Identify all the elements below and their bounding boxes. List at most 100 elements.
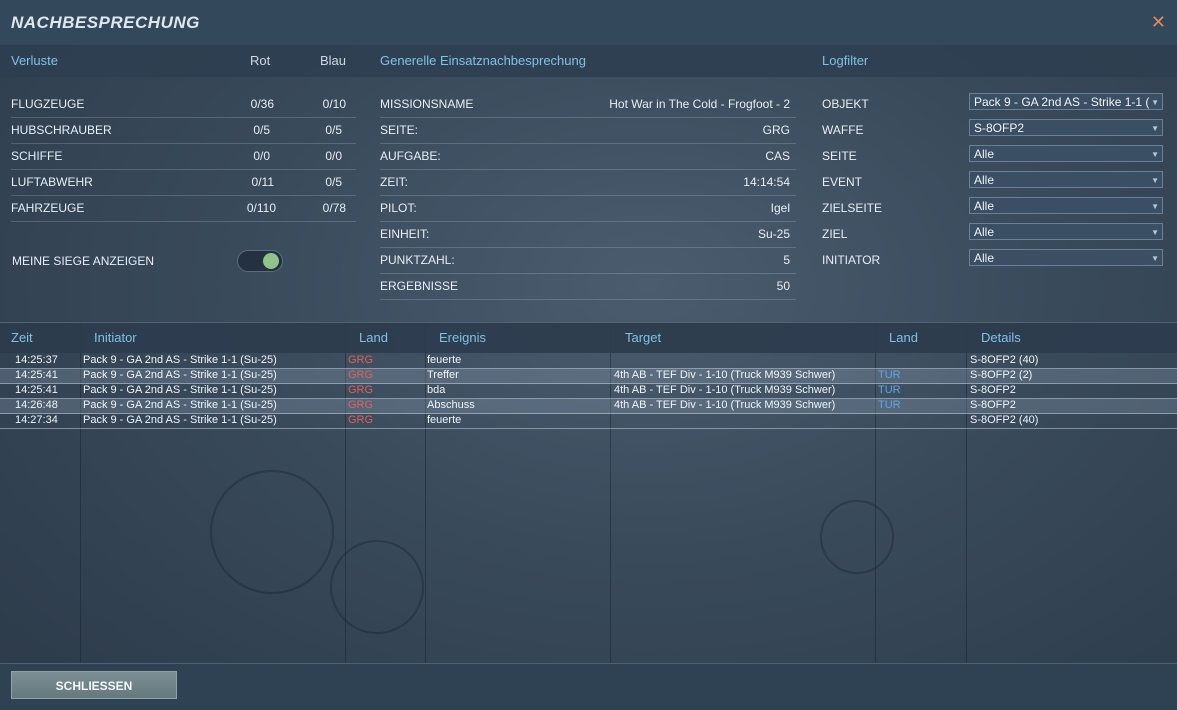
table-row: ZEIT: 14:14:54 bbox=[380, 169, 796, 196]
table-row: LUFTABWEHR 0/11 0/5 bbox=[11, 169, 356, 196]
select-value: Alle bbox=[974, 173, 995, 187]
loss-red: 0/110 bbox=[246, 201, 276, 215]
select-value: S-8OFP2 bbox=[974, 121, 1025, 135]
logfilter-heading: Logfilter bbox=[822, 53, 869, 68]
close-button[interactable]: SCHLIESSEN bbox=[11, 671, 177, 699]
table-row[interactable]: 14:27:34 Pack 9 - GA 2nd AS - Strike 1-1… bbox=[0, 413, 1177, 429]
debrief-label: PILOT: bbox=[380, 201, 417, 215]
close-icon[interactable]: ✕ bbox=[1151, 12, 1166, 33]
cell-land: GRG bbox=[348, 399, 374, 411]
cell-land: GRG bbox=[348, 384, 374, 396]
table-row: SCHIFFE 0/0 0/0 bbox=[11, 143, 356, 170]
loss-blue: 0/5 bbox=[325, 123, 342, 137]
table-row[interactable]: 14:25:37 Pack 9 - GA 2nd AS - Strike 1-1… bbox=[0, 353, 1177, 369]
loss-red: 0/11 bbox=[251, 175, 274, 189]
cell-time: 14:25:41 bbox=[15, 369, 58, 381]
cell-target-land: TUR bbox=[878, 369, 901, 381]
filter-label: EVENT bbox=[822, 175, 863, 189]
loss-blue: 0/0 bbox=[325, 149, 342, 163]
losses-col-blue: Blau bbox=[320, 53, 347, 68]
loss-red: 0/5 bbox=[253, 123, 270, 137]
backdrop-dial bbox=[820, 500, 894, 574]
table-row[interactable]: 14:25:41 Pack 9 - GA 2nd AS - Strike 1-1… bbox=[0, 368, 1177, 384]
filter-side-select[interactable]: Alle ▼ bbox=[969, 145, 1163, 162]
col-target[interactable]: Target bbox=[625, 323, 661, 353]
table-row: MISSIONSNAME Hot War in The Cold - Frogf… bbox=[380, 91, 796, 118]
table-row: AUFGABE: CAS bbox=[380, 143, 796, 170]
col-initiator[interactable]: Initiator bbox=[94, 323, 137, 353]
col-time[interactable]: Zeit bbox=[11, 323, 33, 353]
filter-label: ZIEL bbox=[822, 227, 848, 241]
col-details[interactable]: Details bbox=[981, 323, 1021, 353]
debrief-label: ERGEBNISSE bbox=[380, 279, 459, 293]
table-row: FLUGZEUGE 0/36 0/10 bbox=[11, 91, 356, 118]
filter-label: INITIATOR bbox=[822, 253, 881, 267]
debrief-value: Su-25 bbox=[757, 227, 790, 241]
show-my-kills-toggle[interactable] bbox=[237, 250, 283, 272]
cell-initiator: Pack 9 - GA 2nd AS - Strike 1-1 (Su-25) bbox=[83, 384, 277, 396]
cell-target-land: TUR bbox=[878, 384, 901, 396]
cell-land: GRG bbox=[348, 414, 374, 426]
cell-time: 14:25:37 bbox=[15, 354, 58, 366]
cell-event: feuerte bbox=[427, 354, 462, 366]
log-table-header: Zeit Initiator Land Ereignis Target Land… bbox=[0, 322, 1177, 353]
table-row: FAHRZEUGE 0/110 0/78 bbox=[11, 195, 356, 222]
debrief-value: 50 bbox=[776, 279, 790, 293]
filter-label: SEITE bbox=[822, 149, 857, 163]
table-row[interactable]: 14:26:48 Pack 9 - GA 2nd AS - Strike 1-1… bbox=[0, 398, 1177, 414]
filter-event-select[interactable]: Alle ▼ bbox=[969, 171, 1163, 188]
chevron-down-icon: ▼ bbox=[1151, 254, 1159, 263]
debrief-value: CAS bbox=[765, 149, 790, 163]
debrief-value: Igel bbox=[770, 201, 790, 215]
loss-label: HUBSCHRAUBER bbox=[11, 123, 112, 137]
col-event[interactable]: Ereignis bbox=[439, 323, 486, 353]
chevron-down-icon: ▼ bbox=[1151, 150, 1159, 159]
loss-red: 0/36 bbox=[250, 97, 274, 111]
cell-event: feuerte bbox=[427, 414, 462, 426]
toggle-label: MEINE SIEGE ANZEIGEN bbox=[12, 254, 155, 268]
filter-weapon-select[interactable]: S-8OFP2 ▼ bbox=[969, 119, 1163, 136]
filter-target-select[interactable]: Alle ▼ bbox=[969, 223, 1163, 240]
cell-event: Treffer bbox=[427, 369, 459, 381]
table-row: PUNKTZAHL: 5 bbox=[380, 247, 796, 274]
debrief-label: SEITE: bbox=[380, 123, 419, 137]
chevron-down-icon: ▼ bbox=[1151, 202, 1159, 211]
col-land[interactable]: Land bbox=[359, 323, 388, 353]
cell-details: S-8OFP2 (40) bbox=[970, 354, 1039, 366]
toggle-knob bbox=[263, 253, 279, 269]
col-target-land[interactable]: Land bbox=[889, 323, 918, 353]
section-header-bar bbox=[0, 45, 1177, 77]
loss-label: FLUGZEUGE bbox=[11, 97, 85, 111]
debrief-label: MISSIONSNAME bbox=[380, 97, 474, 111]
filter-label: ZIELSEITE bbox=[822, 201, 883, 215]
cell-target: 4th AB - TEF Div - 1-10 (Truck M939 Schw… bbox=[614, 384, 836, 396]
page-title: NACHBESPRECHUNG bbox=[11, 13, 200, 32]
select-value: Alle bbox=[974, 199, 995, 213]
chevron-down-icon: ▼ bbox=[1151, 124, 1159, 133]
chevron-down-icon: ▼ bbox=[1151, 176, 1159, 185]
cell-initiator: Pack 9 - GA 2nd AS - Strike 1-1 (Su-25) bbox=[83, 354, 277, 366]
debrief-value: 14:14:54 bbox=[743, 175, 790, 189]
title-bar: NACHBESPRECHUNG ✕ bbox=[0, 0, 1177, 45]
debrief-label: EINHEIT: bbox=[380, 227, 430, 241]
cell-land: GRG bbox=[348, 354, 374, 366]
cell-event: bda bbox=[427, 384, 446, 396]
cell-land: GRG bbox=[348, 369, 374, 381]
filter-target-side-select[interactable]: Alle ▼ bbox=[969, 197, 1163, 214]
loss-blue: 0/10 bbox=[322, 97, 346, 111]
debrief-value: 5 bbox=[783, 253, 790, 267]
debrief-heading: Generelle Einsatznachbesprechung bbox=[380, 53, 586, 68]
cell-target-land: TUR bbox=[878, 399, 901, 411]
debrief-label: ZEIT: bbox=[380, 175, 409, 189]
filter-initiator-select[interactable]: Alle ▼ bbox=[969, 249, 1163, 266]
cell-initiator: Pack 9 - GA 2nd AS - Strike 1-1 (Su-25) bbox=[83, 369, 277, 381]
table-row[interactable]: 14:25:41 Pack 9 - GA 2nd AS - Strike 1-1… bbox=[0, 383, 1177, 399]
filter-label: OBJEKT bbox=[822, 97, 869, 111]
filter-object-select[interactable]: Pack 9 - GA 2nd AS - Strike 1-1 (▼ bbox=[969, 93, 1163, 110]
table-row: HUBSCHRAUBER 0/5 0/5 bbox=[11, 117, 356, 144]
cell-time: 14:25:41 bbox=[15, 384, 58, 396]
cell-initiator: Pack 9 - GA 2nd AS - Strike 1-1 (Su-25) bbox=[83, 414, 277, 426]
debrief-value: GRG bbox=[762, 123, 790, 137]
chevron-down-icon: ▼ bbox=[1151, 228, 1159, 237]
select-value: Alle bbox=[974, 251, 995, 265]
